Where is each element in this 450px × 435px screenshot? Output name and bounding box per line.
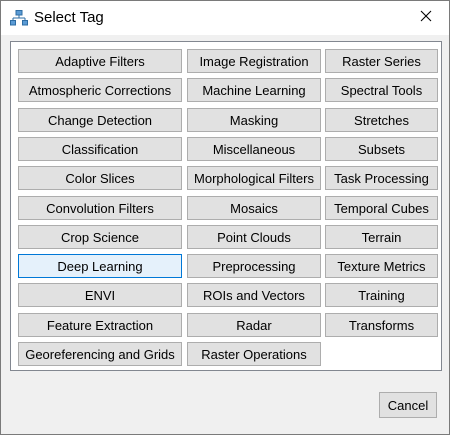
- tag-button-raster-series[interactable]: Raster Series: [325, 49, 438, 73]
- dialog-title: Select Tag: [34, 9, 104, 26]
- tag-button-stretches[interactable]: Stretches: [325, 108, 438, 132]
- tag-button-masking[interactable]: Masking: [187, 108, 321, 132]
- select-tag-dialog: Select Tag Adaptive Filters Atmospheric C…: [0, 0, 450, 435]
- tag-button-mosaics[interactable]: Mosaics: [187, 196, 321, 220]
- tag-button-terrain[interactable]: Terrain: [325, 225, 438, 249]
- tag-button-raster-operations[interactable]: Raster Operations: [187, 342, 321, 366]
- tag-button-radar[interactable]: Radar: [187, 313, 321, 337]
- tag-button-preprocessing[interactable]: Preprocessing: [187, 254, 321, 278]
- tag-button-task-processing[interactable]: Task Processing: [325, 166, 438, 190]
- tag-button-temporal-cubes[interactable]: Temporal Cubes: [325, 196, 438, 220]
- tag-button-classification[interactable]: Classification: [18, 137, 182, 161]
- tag-button-spectral-tools[interactable]: Spectral Tools: [325, 78, 438, 102]
- tag-button-subsets[interactable]: Subsets: [325, 137, 438, 161]
- tag-button-envi[interactable]: ENVI: [18, 283, 182, 307]
- tag-button-miscellaneous[interactable]: Miscellaneous: [187, 137, 321, 161]
- tag-button-rois-and-vectors[interactable]: ROIs and Vectors: [187, 283, 321, 307]
- tag-button-change-detection[interactable]: Change Detection: [18, 108, 182, 132]
- tag-button-point-clouds[interactable]: Point Clouds: [187, 225, 321, 249]
- tag-button-crop-science[interactable]: Crop Science: [18, 225, 182, 249]
- tag-button-training[interactable]: Training: [325, 283, 438, 307]
- close-button[interactable]: [403, 1, 449, 35]
- cancel-button[interactable]: Cancel: [379, 392, 437, 418]
- tag-button-convolution-filters[interactable]: Convolution Filters: [18, 196, 182, 220]
- tag-button-morphological-filters[interactable]: Morphological Filters: [187, 166, 321, 190]
- tag-button-adaptive-filters[interactable]: Adaptive Filters: [18, 49, 182, 73]
- tag-button-texture-metrics[interactable]: Texture Metrics: [325, 254, 438, 278]
- tag-button-color-slices[interactable]: Color Slices: [18, 166, 182, 190]
- tag-button-feature-extraction[interactable]: Feature Extraction: [18, 313, 182, 337]
- tag-button-georeferencing-and-grids[interactable]: Georeferencing and Grids: [18, 342, 182, 366]
- tag-tree-icon: [10, 10, 28, 26]
- close-icon: [420, 9, 432, 27]
- title-bar: Select Tag: [1, 1, 449, 35]
- tag-button-atmospheric-corrections[interactable]: Atmospheric Corrections: [18, 78, 182, 102]
- tag-list-panel: Adaptive Filters Atmospheric Corrections C…: [10, 41, 442, 371]
- tag-button-transforms[interactable]: Transforms: [325, 313, 438, 337]
- tag-button-image-registration[interactable]: Image Registration: [187, 49, 321, 73]
- tag-button-deep-learning[interactable]: Deep Learning: [18, 254, 182, 278]
- tag-button-machine-learning[interactable]: Machine Learning: [187, 78, 321, 102]
